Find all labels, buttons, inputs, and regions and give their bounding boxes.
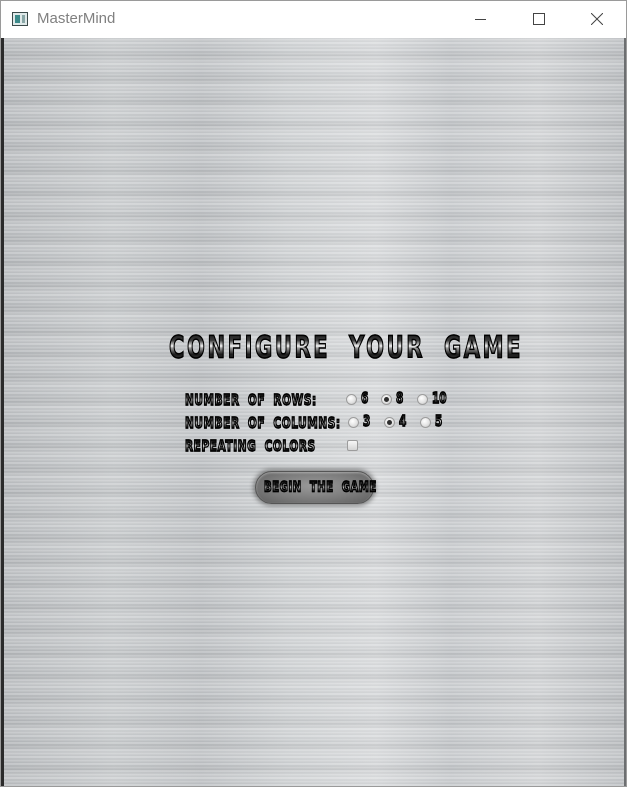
- columns-radio-4[interactable]: [384, 417, 395, 428]
- app-icon: [12, 12, 28, 26]
- repeating-colors-checkbox[interactable]: [347, 440, 358, 451]
- begin-game-button[interactable]: Begin the game: [255, 471, 377, 504]
- config-heading: Configure your game: [168, 329, 524, 365]
- maximize-button[interactable]: [510, 1, 568, 38]
- repeating-colors-label: Repeating colors: [185, 437, 316, 456]
- close-icon: [591, 13, 603, 25]
- minimize-button[interactable]: [452, 1, 510, 38]
- app-window: MasterMind Configure your game Number of…: [0, 0, 627, 787]
- begin-game-label: Begin the game: [264, 479, 377, 496]
- title-bar[interactable]: MasterMind: [1, 1, 626, 38]
- rows-radio-8[interactable]: [381, 394, 392, 405]
- close-button[interactable]: [568, 1, 626, 38]
- rows-radio-6[interactable]: [346, 394, 357, 405]
- columns-radio-5[interactable]: [420, 417, 431, 428]
- columns-option-3: 3: [362, 412, 371, 431]
- rows-option-10: 10: [432, 389, 448, 408]
- columns-label: Number of columns:: [185, 414, 341, 433]
- window-title: MasterMind: [37, 10, 116, 27]
- columns-option-4: 4: [398, 412, 407, 431]
- rows-label: Number of rows:: [185, 391, 317, 410]
- columns-radio-3[interactable]: [348, 417, 359, 428]
- game-config-panel: Configure your game Number of rows: 6 8 …: [1, 38, 626, 786]
- rows-radio-10[interactable]: [417, 394, 428, 405]
- rows-option-8: 8: [395, 389, 404, 408]
- columns-option-5: 5: [434, 412, 443, 431]
- rows-option-6: 6: [360, 389, 369, 408]
